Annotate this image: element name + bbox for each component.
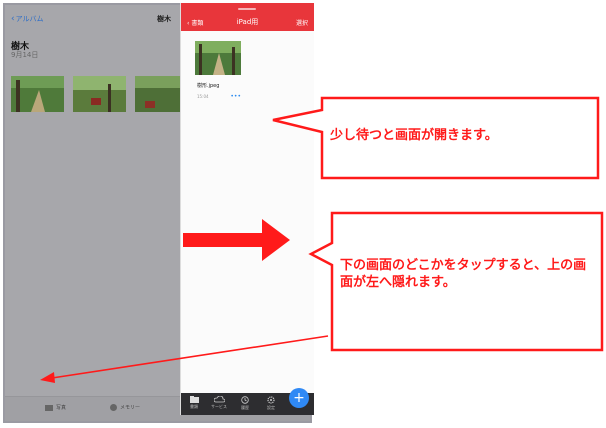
annotation-layer (40, 96, 604, 383)
right-arrow (183, 219, 290, 261)
callout-bottom-text: 下の画面のどこかをタップすると、上の画面が左へ隠れます。 (340, 258, 587, 290)
left-arrow-line (51, 335, 329, 379)
callout-top-text: 少し待つと画面が開きます。 (330, 128, 498, 143)
left-arrow-head (40, 372, 55, 383)
